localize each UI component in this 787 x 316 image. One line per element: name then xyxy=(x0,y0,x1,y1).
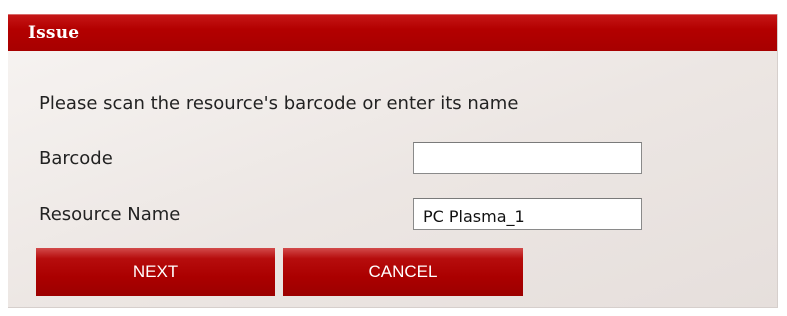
barcode-label: Barcode xyxy=(39,148,113,169)
resource-name-input[interactable] xyxy=(413,198,642,230)
resource-name-label: Resource Name xyxy=(39,204,181,225)
next-button[interactable]: NEXT xyxy=(36,248,275,296)
issue-dialog: Issue Please scan the resource's barcode… xyxy=(8,14,778,308)
cancel-button[interactable]: CANCEL xyxy=(283,248,523,296)
dialog-title: Issue xyxy=(28,23,80,43)
instruction-text: Please scan the resource's barcode or en… xyxy=(39,93,519,114)
dialog-titlebar: Issue xyxy=(8,14,777,51)
barcode-input[interactable] xyxy=(413,142,642,174)
